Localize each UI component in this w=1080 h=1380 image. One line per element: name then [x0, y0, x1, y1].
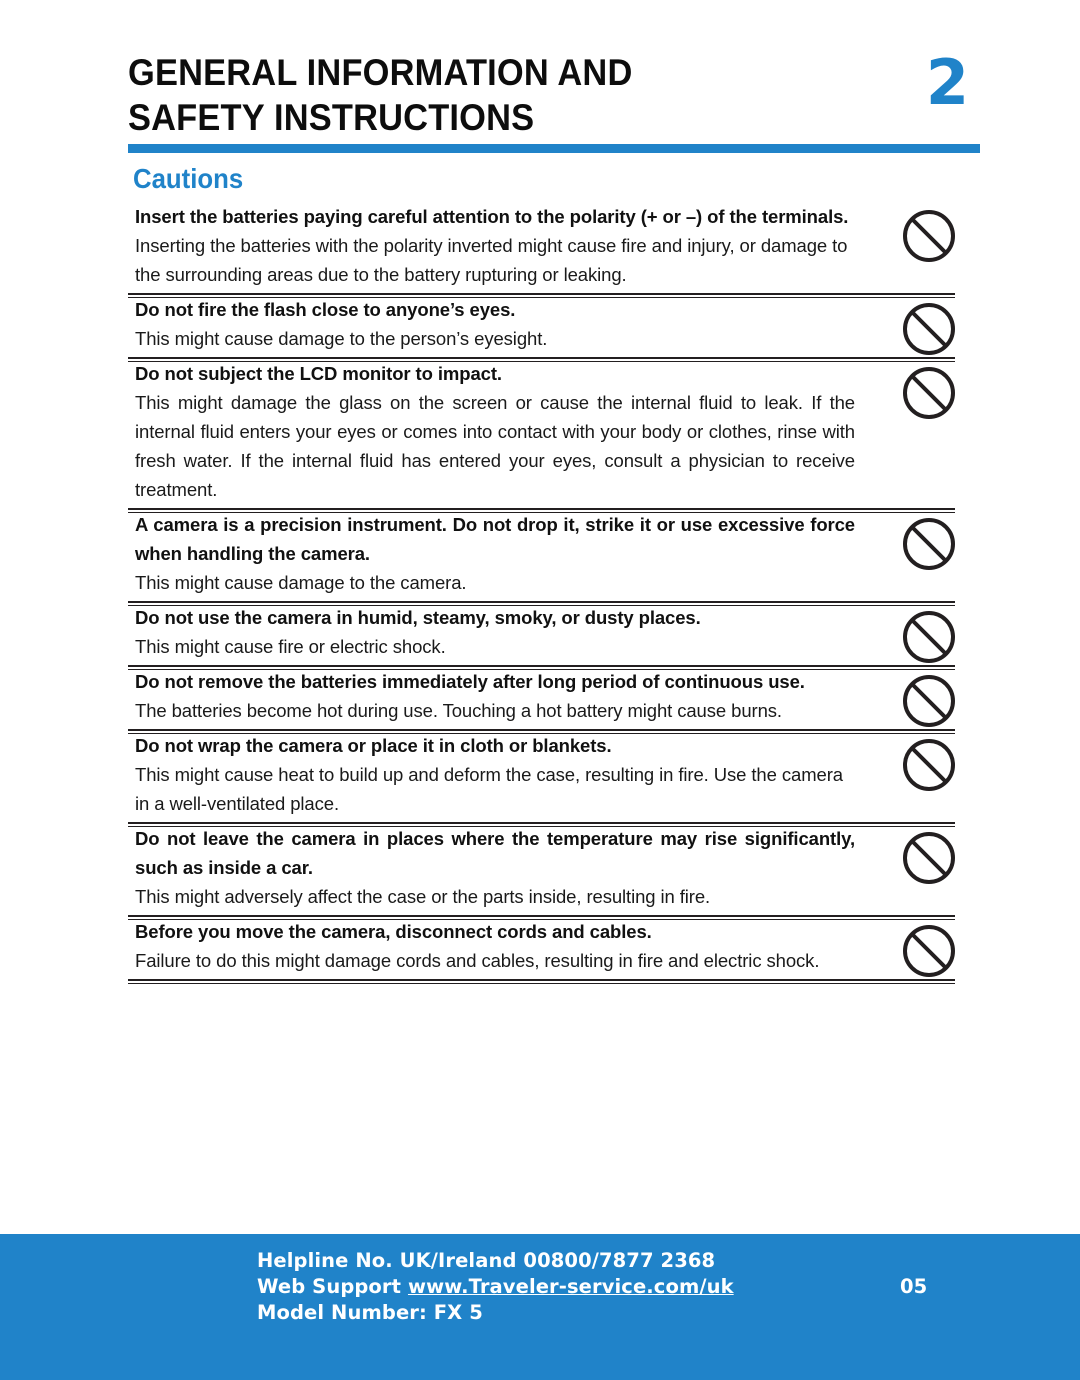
header-row: GENERAL INFORMATION AND SAFETY INSTRUCTI… — [128, 50, 980, 140]
footer-helpline: Helpline No. UK/Ireland 00800/7877 2368 — [257, 1249, 716, 1272]
caution-title: Before you move the camera, disconnect c… — [135, 921, 652, 942]
footer-web-support-url[interactable]: www.Traveler-service.com/uk — [408, 1275, 734, 1298]
caution-body: Inserting the batteries with the polarit… — [135, 235, 848, 285]
caution-body: This might cause heat to build up and de… — [135, 764, 843, 814]
caution-text: Do not remove the batteries immediately … — [128, 667, 855, 725]
caution-row: A camera is a precision instrument. Do n… — [128, 510, 957, 606]
caution-title: Insert the batteries paying careful atte… — [135, 206, 849, 227]
caution-row: Do not fire the flash close to anyone’s … — [128, 295, 957, 362]
caution-title: Do not wrap the camera or place it in cl… — [135, 735, 612, 756]
page-number: 05 — [900, 1275, 928, 1298]
prohibition-icon — [901, 673, 957, 729]
caution-text: Do not wrap the camera or place it in cl… — [128, 731, 855, 818]
caution-title: A camera is a precision instrument. Do n… — [135, 514, 855, 564]
caution-text: Do not fire the flash close to anyone’s … — [128, 295, 855, 353]
caution-body: This might damage the glass on the scree… — [135, 392, 855, 500]
footer-web-support: Web Support www.Traveler-service.com/uk — [257, 1274, 957, 1300]
caution-row: Do not leave the camera in places where … — [128, 824, 957, 920]
footer-model-number: Model Number: FX 5 — [257, 1301, 483, 1324]
cautions-list: Insert the batteries paying careful atte… — [128, 202, 957, 984]
footer-contact-block: Helpline No. UK/Ireland 00800/7877 2368 … — [257, 1248, 957, 1326]
caution-row: Do not wrap the camera or place it in cl… — [128, 731, 957, 827]
page-title: GENERAL INFORMATION AND SAFETY INSTRUCTI… — [128, 52, 633, 138]
caution-title: Do not subject the LCD monitor to impact… — [135, 363, 502, 384]
caution-body: This might cause damage to the person’s … — [135, 328, 548, 349]
prohibition-icon — [901, 516, 957, 572]
prohibition-icon — [901, 830, 957, 886]
caution-row: Do not subject the LCD monitor to impact… — [128, 359, 957, 513]
footer-web-support-label: Web Support — [257, 1275, 408, 1298]
prohibition-icon — [901, 301, 957, 357]
caution-body: Failure to do this might damage cords an… — [135, 950, 820, 971]
caution-text: Do not subject the LCD monitor to impact… — [128, 359, 855, 504]
caution-body: This might cause damage to the camera. — [135, 572, 467, 593]
caution-divider — [128, 983, 955, 984]
caution-row: Do not use the camera in humid, steamy, … — [128, 603, 957, 670]
caution-row: Insert the batteries paying careful atte… — [128, 202, 957, 298]
prohibition-icon — [901, 208, 957, 264]
chapter-number: 2 — [925, 46, 969, 119]
caution-text: Insert the batteries paying careful atte… — [128, 202, 855, 289]
caution-text: Before you move the camera, disconnect c… — [128, 917, 855, 975]
header-accent-rule — [128, 144, 980, 153]
prohibition-icon — [901, 609, 957, 665]
caution-row: Before you move the camera, disconnect c… — [128, 917, 957, 984]
caution-title: Do not leave the camera in places where … — [135, 828, 855, 878]
caution-title: Do not fire the flash close to anyone’s … — [135, 299, 516, 320]
prohibition-icon — [901, 365, 957, 421]
caution-body: The batteries become hot during use. Tou… — [135, 700, 782, 721]
caution-text: Do not leave the camera in places where … — [128, 824, 855, 911]
caution-text: Do not use the camera in humid, steamy, … — [128, 603, 855, 661]
caution-row: Do not remove the batteries immediately … — [128, 667, 957, 734]
page-header: GENERAL INFORMATION AND SAFETY INSTRUCTI… — [128, 50, 980, 140]
prohibition-icon — [901, 923, 957, 979]
caution-title: Do not use the camera in humid, steamy, … — [135, 607, 701, 628]
caution-body: This might adversely affect the case or … — [135, 886, 711, 907]
prohibition-icon — [901, 737, 957, 793]
caution-body: This might cause fire or electric shock. — [135, 636, 446, 657]
section-heading-cautions: Cautions — [133, 163, 244, 194]
caution-title: Do not remove the batteries immediately … — [135, 671, 805, 692]
page-footer: Helpline No. UK/Ireland 00800/7877 2368 … — [0, 1234, 1080, 1380]
caution-text: A camera is a precision instrument. Do n… — [128, 510, 855, 597]
